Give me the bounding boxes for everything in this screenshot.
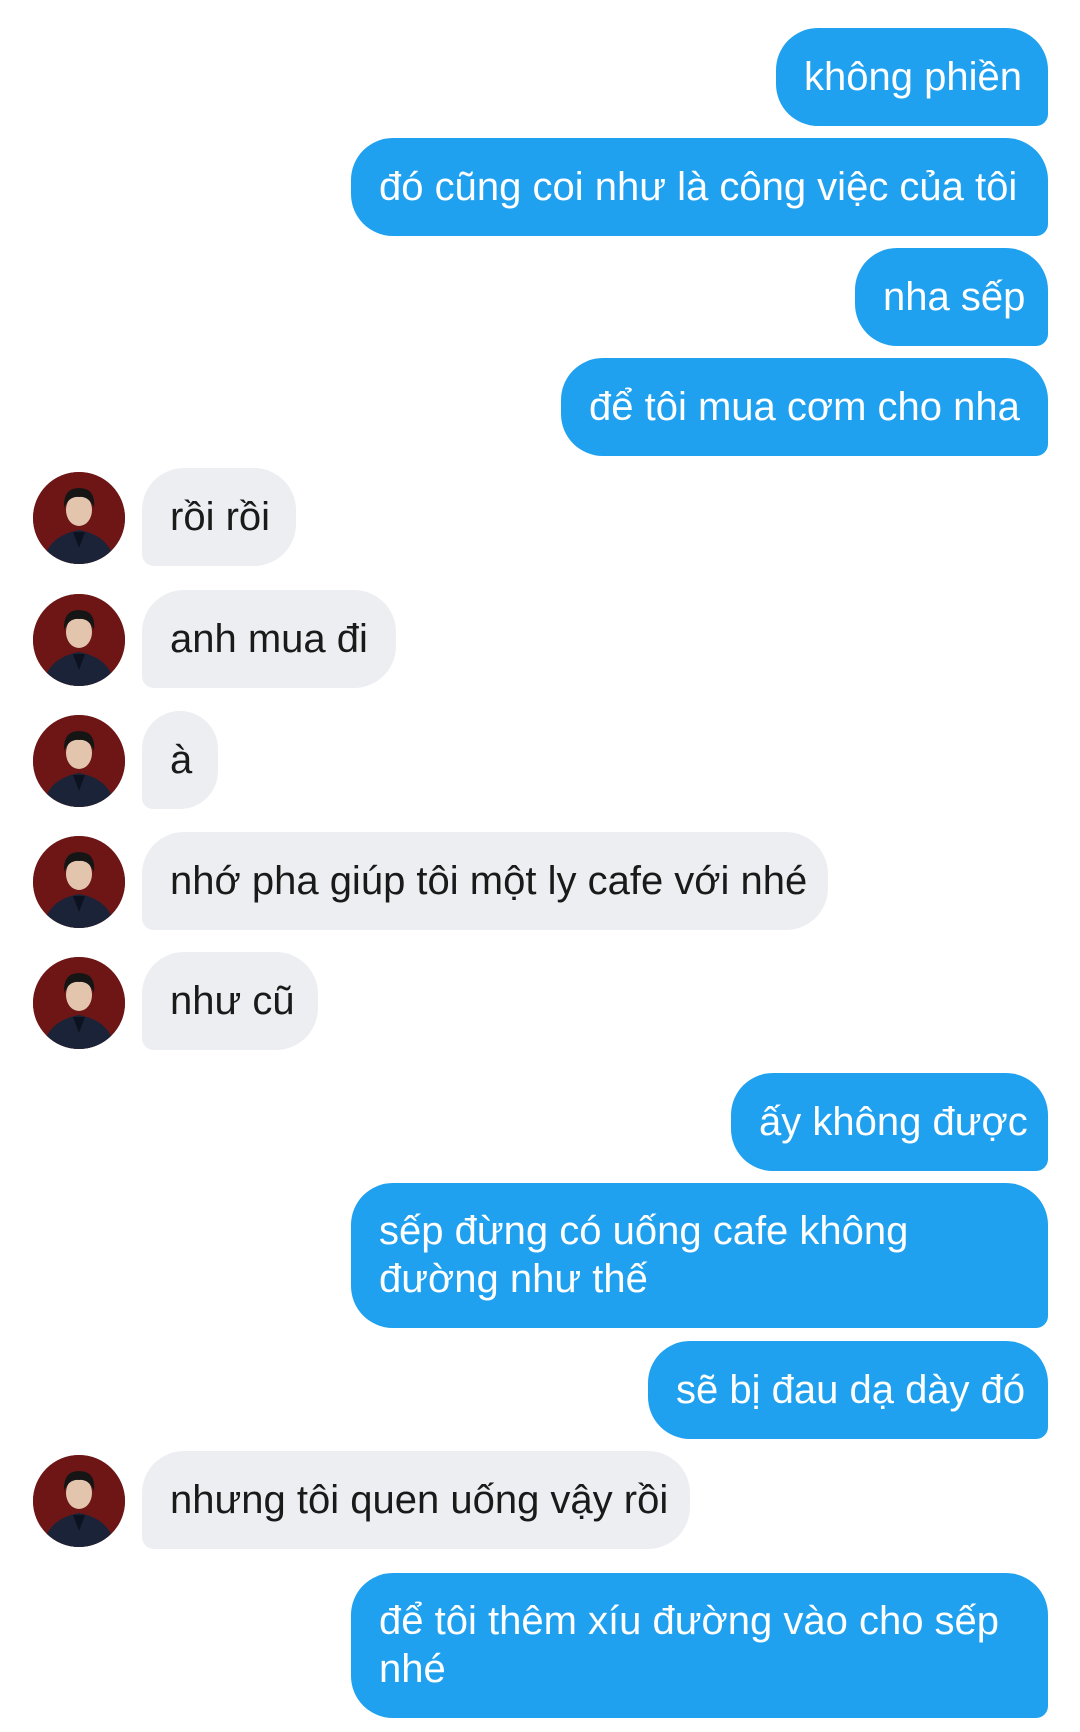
message-bubble-outgoing[interactable]: sẽ bị đau dạ dày đó	[648, 1341, 1048, 1439]
message-bubble-outgoing[interactable]: nha sếp	[855, 248, 1048, 346]
avatar[interactable]	[33, 1455, 125, 1547]
message-text: à	[170, 738, 193, 782]
message-bubble-outgoing[interactable]: không phiền	[776, 28, 1048, 126]
message-text: để tôi mua cơm cho nha	[589, 385, 1020, 429]
message-bubble-outgoing[interactable]: sếp đừng có uống cafe không đường như th…	[351, 1183, 1048, 1328]
message-bubble-incoming[interactable]: rồi rồi	[142, 468, 296, 566]
message-text: nhưng tôi quen uống vậy rồi	[170, 1478, 669, 1522]
message-bubble-incoming[interactable]: như cũ	[142, 952, 318, 1050]
avatar-icon	[33, 594, 125, 686]
avatar[interactable]	[33, 594, 125, 686]
message-text: anh mua đi	[170, 617, 368, 661]
message-text: nhớ pha giúp tôi một ly cafe với nhé	[170, 859, 808, 903]
message-bubble-outgoing[interactable]: ấy không được	[731, 1073, 1048, 1171]
avatar-icon	[33, 715, 125, 807]
message-bubble-outgoing[interactable]: để tôi mua cơm cho nha	[561, 358, 1048, 456]
message-text: không phiền	[804, 55, 1022, 99]
avatar-icon	[33, 957, 125, 1049]
message-text: đó cũng coi như là công việc của tôi	[379, 165, 1018, 209]
avatar-icon	[33, 472, 125, 564]
avatar[interactable]	[33, 715, 125, 807]
message-text: rồi rồi	[170, 495, 271, 539]
message-bubble-outgoing[interactable]: đó cũng coi như là công việc của tôi	[351, 138, 1048, 236]
message-bubble-incoming[interactable]: anh mua đi	[142, 590, 396, 688]
chat-thread[interactable]: không phiền đó cũng coi như là công việc…	[0, 0, 1080, 1732]
message-bubble-incoming[interactable]: nhưng tôi quen uống vậy rồi	[142, 1451, 690, 1549]
avatar[interactable]	[33, 957, 125, 1049]
avatar[interactable]	[33, 836, 125, 928]
avatar-icon	[33, 836, 125, 928]
message-text: ấy không được	[759, 1100, 1028, 1144]
message-text: sếp đừng có uống cafe không đường như th…	[379, 1209, 909, 1301]
message-text: để tôi thêm xíu đường vào cho sếp nhé	[379, 1599, 1000, 1691]
message-bubble-outgoing[interactable]: để tôi thêm xíu đường vào cho sếp nhé	[351, 1573, 1048, 1718]
message-bubble-incoming[interactable]: nhớ pha giúp tôi một ly cafe với nhé	[142, 832, 828, 930]
message-text: như cũ	[170, 979, 295, 1023]
avatar[interactable]	[33, 472, 125, 564]
message-text: sẽ bị đau dạ dày đó	[676, 1368, 1026, 1412]
avatar-icon	[33, 1455, 125, 1547]
message-bubble-incoming[interactable]: à	[142, 711, 218, 809]
message-text: nha sếp	[883, 275, 1026, 319]
